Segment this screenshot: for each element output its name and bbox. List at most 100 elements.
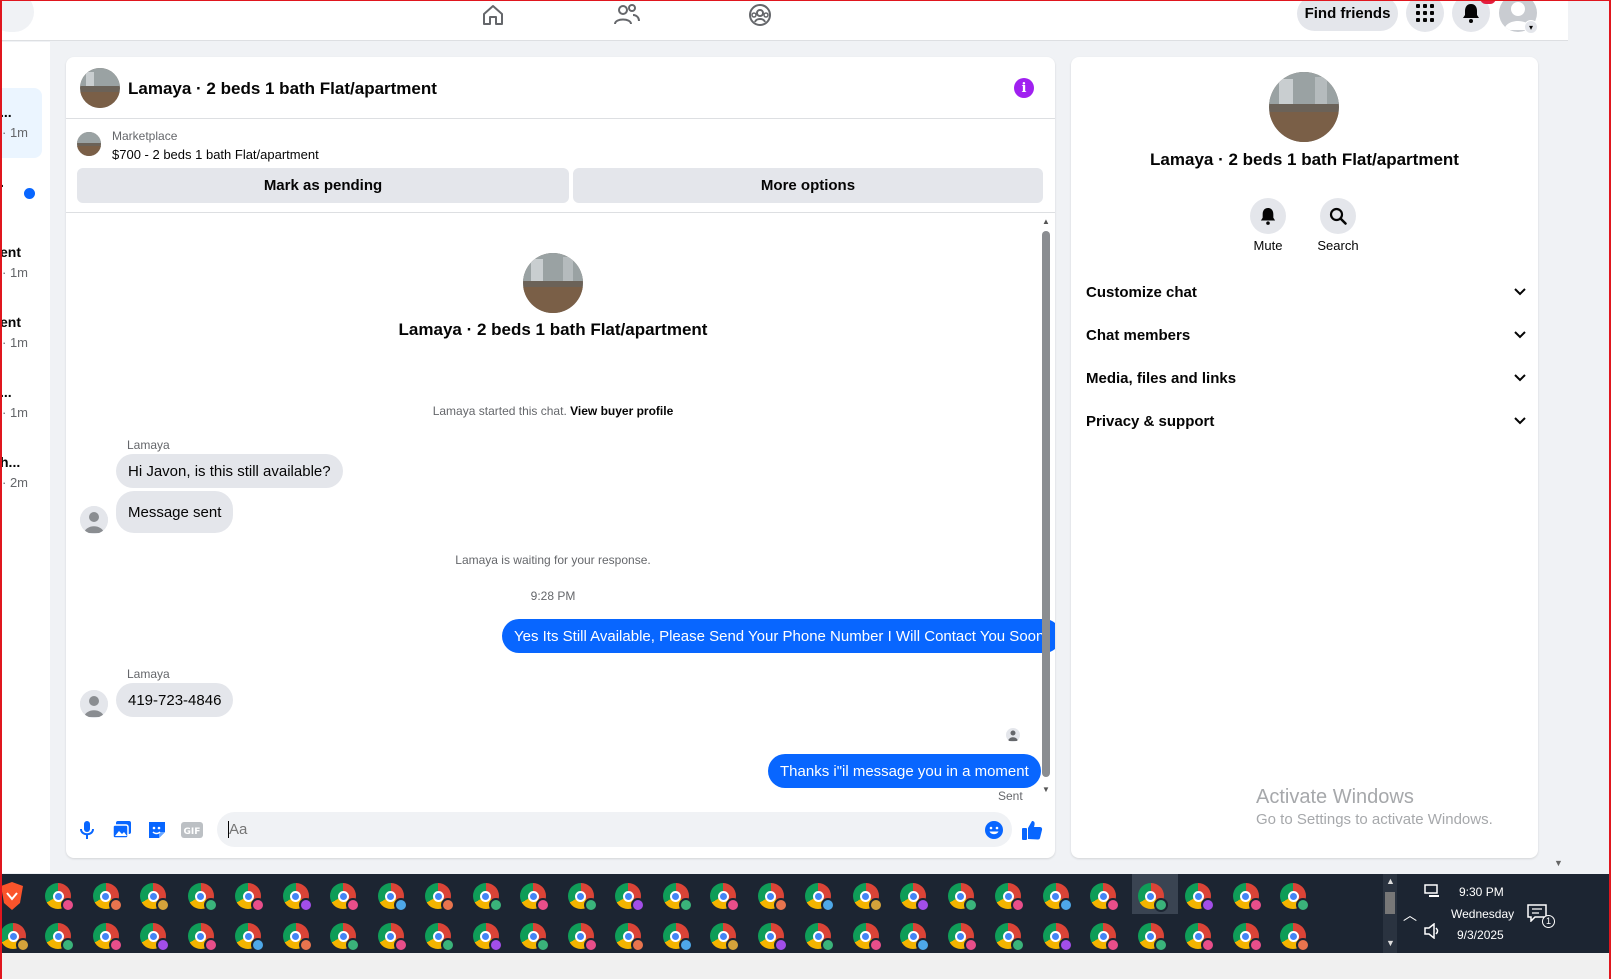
chrome-profile-icon[interactable] — [423, 921, 455, 952]
find-friends-button[interactable]: Find friends — [1297, 0, 1398, 31]
search-icon[interactable] — [1320, 198, 1356, 234]
chrome-profile-icon[interactable] — [1231, 881, 1263, 912]
more-options-button[interactable]: More options — [573, 168, 1043, 203]
taskbar-scroll-up-arrow[interactable]: ▲ — [1386, 876, 1395, 886]
chrome-profile-icon[interactable] — [1183, 921, 1215, 952]
chrome-profile-icon[interactable] — [281, 881, 313, 912]
mute-button[interactable]: Mute — [1233, 198, 1303, 253]
chrome-profile-icon[interactable] — [186, 881, 218, 912]
chrome-profile-icon[interactable] — [1088, 921, 1120, 952]
chrome-profile-icon[interactable] — [946, 881, 978, 912]
chrome-profile-icon[interactable] — [708, 881, 740, 912]
view-buyer-profile-link[interactable]: View buyer profile — [570, 404, 673, 418]
chrome-profile-icon[interactable] — [423, 881, 455, 912]
chrome-profile-icon[interactable] — [1278, 881, 1310, 912]
chat-scrollbar-thumb[interactable] — [1042, 231, 1050, 777]
chrome-profile-icon[interactable] — [756, 881, 788, 912]
clock-day[interactable]: Wednesday — [1451, 907, 1514, 921]
brave-browser-icon[interactable] — [0, 881, 28, 911]
clock-time[interactable]: 9:30 PM — [1459, 885, 1504, 899]
thumbs-up-icon[interactable] — [1021, 819, 1043, 841]
scroll-down-arrow[interactable]: ▼ — [1042, 785, 1050, 794]
home-icon[interactable] — [478, 1, 508, 29]
chrome-profile-icon[interactable] — [566, 881, 598, 912]
chrome-profile-icon[interactable] — [43, 881, 75, 912]
chrome-profile-icon[interactable] — [661, 881, 693, 912]
chat-members-section[interactable]: Chat members — [1086, 318, 1526, 352]
chrome-profile-icon[interactable] — [993, 921, 1025, 952]
chrome-profile-icon[interactable] — [851, 921, 883, 952]
menu-grid-icon[interactable] — [1406, 0, 1444, 32]
listing-thumbnail-small[interactable] — [77, 132, 101, 156]
search-button[interactable]: Search — [1303, 198, 1373, 253]
incoming-message[interactable]: Message sent — [116, 491, 234, 533]
listing-avatar[interactable] — [1269, 72, 1339, 142]
customize-chat-section[interactable]: Customize chat — [1086, 275, 1526, 309]
chrome-profile-icon[interactable] — [803, 921, 835, 952]
sender-avatar[interactable] — [80, 690, 108, 718]
chat-list-item[interactable]: ent · 1m — [2, 298, 50, 368]
chrome-profile-icon[interactable] — [898, 881, 930, 912]
chrome-profile-icon[interactable] — [471, 881, 503, 912]
groups-icon[interactable] — [745, 1, 775, 29]
chrome-profile-icon[interactable] — [328, 921, 360, 952]
info-icon[interactable]: i — [1014, 78, 1034, 98]
friends-icon[interactable] — [612, 1, 642, 29]
taskbar-scroll-thumb[interactable] — [1385, 892, 1395, 914]
media-files-links-section[interactable]: Media, files and links — [1086, 361, 1526, 395]
bell-icon[interactable] — [1452, 0, 1490, 32]
chevron-up-icon[interactable]: ︿ — [1403, 905, 1417, 925]
taskbar-scroll-down-arrow[interactable]: ▼ — [1386, 938, 1395, 948]
chevron-down-icon[interactable]: ▾ — [1524, 20, 1538, 34]
chat-list-item[interactable]: . — [2, 158, 50, 228]
bell-icon[interactable] — [1250, 198, 1286, 234]
clock-date[interactable]: 9/3/2025 — [1457, 928, 1504, 942]
chrome-profile-icon[interactable] — [518, 881, 550, 912]
privacy-support-section[interactable]: Privacy & support — [1086, 404, 1526, 438]
chrome-profile-icon[interactable] — [803, 881, 835, 912]
chrome-profile-icon[interactable] — [708, 921, 740, 952]
message-input[interactable] — [217, 812, 1012, 847]
chrome-profile-icon[interactable] — [376, 881, 408, 912]
listing-price-title[interactable]: $700 - 2 beds 1 bath Flat/apartment — [112, 147, 319, 162]
listing-thumbnail[interactable] — [80, 68, 120, 108]
chrome-profile-icon[interactable] — [1041, 881, 1073, 912]
chrome-profile-icon[interactable] — [186, 921, 218, 952]
chrome-profile-icon[interactable] — [328, 881, 360, 912]
chrome-profile-icon[interactable] — [233, 921, 265, 952]
network-icon[interactable] — [1424, 884, 1442, 901]
chrome-profile-icon[interactable] — [898, 921, 930, 952]
chrome-profile-icon[interactable] — [91, 921, 123, 952]
emoji-icon[interactable] — [983, 819, 1005, 841]
chrome-profile-icon[interactable] — [613, 921, 645, 952]
chrome-profile-icon[interactable] — [613, 881, 645, 912]
chrome-profile-icon[interactable] — [851, 881, 883, 912]
chrome-profile-icon[interactable] — [233, 881, 265, 912]
photo-icon[interactable] — [111, 819, 133, 841]
chrome-profile-icon[interactable] — [376, 921, 408, 952]
chrome-profile-icon[interactable] — [0, 921, 30, 952]
chrome-profile-icon[interactable] — [1136, 921, 1168, 952]
chrome-profile-icon[interactable] — [946, 921, 978, 952]
sticker-icon[interactable] — [146, 819, 168, 841]
chrome-profile-icon[interactable] — [471, 921, 503, 952]
search-pill[interactable] — [0, 0, 34, 32]
chat-list-item[interactable]: ... · 1m — [2, 88, 42, 158]
chrome-profile-icon[interactable] — [518, 921, 550, 952]
chrome-profile-icon[interactable] — [138, 921, 170, 952]
gif-icon[interactable]: GIF — [181, 819, 203, 841]
chrome-profile-icon[interactable] — [756, 921, 788, 952]
chrome-profile-icon[interactable] — [1278, 921, 1310, 952]
chrome-profile-icon[interactable] — [1041, 921, 1073, 952]
chat-list-item[interactable]: ent · 1m — [2, 228, 50, 298]
taskbar-scrollbar[interactable]: ▲ ▼ — [1383, 874, 1397, 953]
microphone-icon[interactable] — [76, 819, 98, 841]
scroll-up-arrow[interactable]: ▲ — [1042, 217, 1050, 226]
chat-list-item[interactable]: ... · 1m — [2, 368, 50, 438]
chrome-profile-icon[interactable] — [1136, 881, 1168, 912]
incoming-message[interactable]: Hi Javon, is this still available? — [116, 454, 343, 488]
chrome-profile-icon[interactable] — [993, 881, 1025, 912]
chat-title[interactable]: Lamaya · 2 beds 1 bath Flat/apartment — [128, 79, 437, 99]
mark-as-pending-button[interactable]: Mark as pending — [77, 168, 569, 203]
outgoing-message[interactable]: Yes Its Still Available, Please Send You… — [502, 619, 1055, 653]
